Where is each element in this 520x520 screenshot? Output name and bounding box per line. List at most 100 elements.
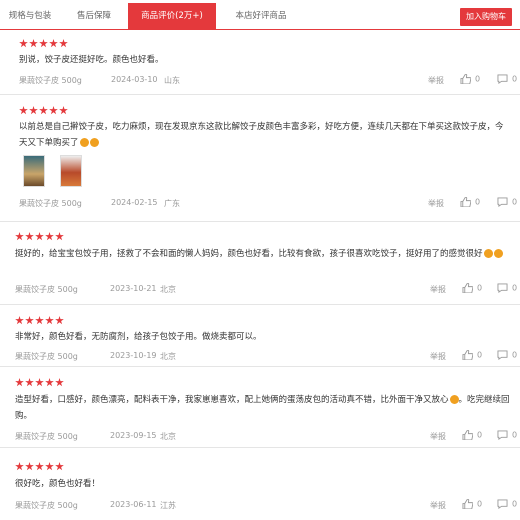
star-icon xyxy=(25,232,34,241)
comment-button[interactable]: 0 xyxy=(497,74,517,84)
comment-icon xyxy=(497,197,508,207)
star-icon xyxy=(25,462,34,471)
comment-button[interactable]: 0 xyxy=(497,350,517,360)
review-text: 以前总是自己擀饺子皮，吃力麻烦，现在发现京东这款比解饺子皮颜色丰富多彩，好吃方便… xyxy=(19,122,504,148)
star-icon xyxy=(25,316,34,325)
star-icon xyxy=(55,462,64,471)
review-text: 别说，饺子皮还挺好吃。颜色也好看。 xyxy=(19,55,164,65)
star-icon xyxy=(29,39,38,48)
comment-icon xyxy=(497,430,508,440)
comment-count: 0 xyxy=(512,499,518,509)
thumbs-up-icon xyxy=(460,74,471,84)
review-text: 造型好看，口感好，颜色漂亮，配料表干净，我家崽崽喜欢，配上她俩的蛋荡皮包的活动真… xyxy=(15,395,510,421)
like-count: 0 xyxy=(475,197,481,207)
comment-count: 0 xyxy=(512,197,518,207)
comment-count: 0 xyxy=(512,283,518,293)
star-icon xyxy=(49,39,58,48)
star-icon xyxy=(35,232,44,241)
review-region: 北京 xyxy=(160,432,176,441)
product-spec: 果蔬饺子皮 500g xyxy=(19,199,82,208)
comment-button[interactable]: 0 xyxy=(497,499,517,509)
like-button[interactable]: 0 xyxy=(460,197,480,207)
like-button[interactable]: 0 xyxy=(462,499,482,509)
rating-stars xyxy=(19,106,68,115)
report-link[interactable]: 举报 xyxy=(430,351,446,362)
add-to-cart-button[interactable]: 加入购物车 xyxy=(460,8,512,26)
product-spec: 果蔬饺子皮 500g xyxy=(15,432,78,441)
star-icon xyxy=(15,462,24,471)
comment-icon xyxy=(497,74,508,84)
comment-button[interactable]: 0 xyxy=(497,283,517,293)
tab-specs[interactable]: 规格与包装 xyxy=(0,3,60,30)
comment-button[interactable]: 0 xyxy=(497,430,517,440)
smile-emoji-icon xyxy=(79,138,89,147)
star-icon xyxy=(55,378,64,387)
star-icon xyxy=(29,106,38,115)
star-icon xyxy=(49,106,58,115)
smile-emoji-icon xyxy=(89,138,99,147)
report-link[interactable]: 举报 xyxy=(430,431,446,442)
star-icon xyxy=(15,378,24,387)
thumbs-up-icon xyxy=(462,283,473,293)
star-icon xyxy=(19,39,28,48)
comment-icon xyxy=(497,499,508,509)
review-date: 2023-09-15 xyxy=(110,431,157,440)
product-spec: 果蔬饺子皮 500g xyxy=(19,76,82,85)
rating-stars xyxy=(15,462,64,471)
report-link[interactable]: 举报 xyxy=(428,75,444,86)
review-text: 很好吃，颜色也好看！ xyxy=(15,479,101,489)
report-link[interactable]: 举报 xyxy=(430,500,446,511)
review-item: 挺好的，给宝宝包饺子用，拯救了不会和面的懒人妈妈，颜色也好看，比较有食欲，孩子很… xyxy=(0,222,520,305)
tab-shop-recommend[interactable]: 本店好评商品 xyxy=(216,3,306,30)
report-link[interactable]: 举报 xyxy=(430,284,446,295)
like-button[interactable]: 0 xyxy=(462,283,482,293)
star-icon xyxy=(39,106,48,115)
like-button[interactable]: 0 xyxy=(460,74,480,84)
review-date: 2024-03-10 xyxy=(111,75,158,84)
star-icon xyxy=(15,232,24,241)
tab-reviews[interactable]: 商品评价(2万+) xyxy=(128,3,216,30)
like-button[interactable]: 0 xyxy=(462,430,482,440)
star-icon xyxy=(59,39,68,48)
tab-after-sales[interactable]: 售后保障 xyxy=(60,3,128,30)
star-icon xyxy=(35,316,44,325)
review-date: 2024-02-15 xyxy=(111,198,158,207)
review-item: 造型好看，口感好，颜色漂亮，配料表干净，我家崽崽喜欢，配上她俩的蛋荡皮包的活动真… xyxy=(0,367,520,448)
star-icon xyxy=(45,378,54,387)
thumbs-up-emoji-icon xyxy=(483,249,493,258)
tab-bar: 规格与包装 售后保障 商品评价(2万+) 本店好评商品 加入购物车 xyxy=(0,0,520,30)
comment-count: 0 xyxy=(512,74,518,84)
report-link[interactable]: 举报 xyxy=(428,198,444,209)
review-date: 2023-10-19 xyxy=(110,351,157,360)
review-photo[interactable] xyxy=(23,155,45,187)
like-count: 0 xyxy=(477,350,483,360)
star-icon xyxy=(45,462,54,471)
like-count: 0 xyxy=(477,499,483,509)
rating-stars xyxy=(19,39,68,48)
star-icon xyxy=(15,316,24,325)
thumbs-up-icon xyxy=(460,197,471,207)
rating-stars xyxy=(15,378,64,387)
review-region: 广东 xyxy=(164,199,180,208)
star-icon xyxy=(35,462,44,471)
thumbs-up-icon xyxy=(462,350,473,360)
star-icon xyxy=(45,232,54,241)
review-item: 很好吃，颜色也好看！ 果蔬饺子皮 500g 2023-06-11 江苏 举报 0… xyxy=(0,448,520,520)
comment-icon xyxy=(497,350,508,360)
like-button[interactable]: 0 xyxy=(462,350,482,360)
star-icon xyxy=(35,378,44,387)
star-icon xyxy=(45,316,54,325)
review-text: 非常好，颜色好看，无防腐剂，给孩子包饺子用。做烧卖都可以。 xyxy=(15,332,262,342)
thumbs-up-icon xyxy=(462,430,473,440)
review-region: 北京 xyxy=(160,352,176,361)
review-region: 北京 xyxy=(160,285,176,294)
review-photo[interactable] xyxy=(60,155,82,187)
review-date: 2023-06-11 xyxy=(110,500,157,509)
smile-emoji-icon xyxy=(449,395,459,404)
rating-stars xyxy=(15,316,64,325)
star-icon xyxy=(39,39,48,48)
like-count: 0 xyxy=(477,283,483,293)
star-icon xyxy=(55,232,64,241)
comment-count: 0 xyxy=(512,430,518,440)
comment-button[interactable]: 0 xyxy=(497,197,517,207)
